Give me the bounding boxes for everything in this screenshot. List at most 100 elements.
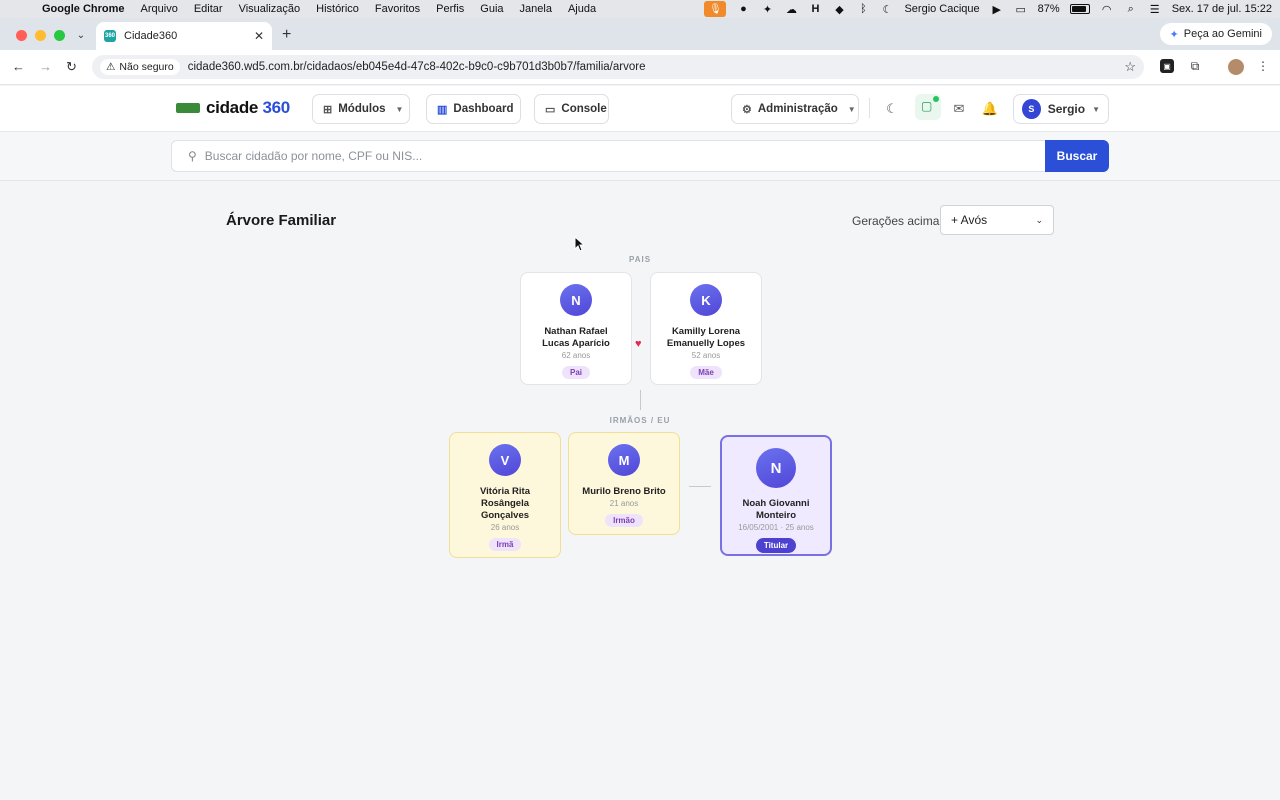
battery-percent: 87% [1037, 3, 1060, 15]
cloud-icon[interactable]: ☁ [784, 3, 798, 16]
bell-icon[interactable]: 🔔 [981, 100, 999, 118]
gear-icon: ⚙ [742, 103, 752, 116]
logo-emblem [176, 103, 200, 113]
citizen-search-input[interactable] [204, 149, 985, 163]
menu-perfis[interactable]: Perfis [436, 3, 464, 15]
display-icon[interactable]: ▭ [1014, 3, 1028, 16]
play-icon[interactable]: ▶ [990, 3, 1004, 16]
browser-profile-avatar[interactable] [1228, 59, 1244, 75]
menu-favoritos[interactable]: Favoritos [375, 3, 420, 15]
microphone-icon[interactable]: 🎙 [704, 1, 727, 17]
page-title: Árvore Familiar [226, 212, 337, 229]
new-tab-icon[interactable]: + [282, 26, 291, 44]
person-name: Noah Giovanni Monteiro [742, 498, 810, 521]
minimize-window-button[interactable] [35, 30, 46, 41]
parents-section-label: PAIS [628, 255, 652, 264]
cidade360-favicon-icon: 360 [104, 30, 116, 42]
chevron-down-icon: ⌄ [1035, 214, 1043, 225]
close-tab-icon[interactable]: ✕ [254, 29, 264, 43]
person-avatar: N [756, 448, 796, 488]
user-name: Sergio [1047, 102, 1086, 116]
maximize-window-button[interactable] [54, 30, 65, 41]
logo-text: cidade 360 [206, 98, 290, 117]
browser-tabstrip: ⌄ 360 Cidade360 ✕ + ✦ Peça ao Gemini [0, 18, 1280, 50]
browser-tab[interactable]: 360 Cidade360 ✕ [96, 22, 272, 50]
sibling-connector-line [689, 486, 711, 487]
person-name: Murilo Breno Brito [582, 486, 666, 497]
not-secure-label: Não seguro [119, 61, 174, 73]
menu-janela[interactable]: Janela [520, 3, 552, 15]
back-arrow-icon[interactable]: ← [12, 59, 25, 74]
menu-arquivo[interactable]: Arquivo [141, 3, 178, 15]
menu-guia[interactable]: Guia [480, 3, 503, 15]
chevron-down-icon: ▼ [395, 104, 404, 114]
admin-label: Administração [757, 103, 838, 115]
grid-icon: ⊞ [323, 103, 333, 116]
menu-ajuda[interactable]: Ajuda [568, 3, 596, 15]
holder-card[interactable]: N Noah Giovanni Monteiro 16/05/2001 · 25… [720, 435, 832, 556]
person-avatar: N [560, 284, 592, 316]
menubar-user[interactable]: Sergio Cacique [904, 3, 979, 15]
menu-historico[interactable]: Histórico [316, 3, 359, 15]
menu-visualizacao[interactable]: Visualização [239, 3, 301, 15]
admin-button[interactable]: ⚙ Administração ▼ [731, 94, 859, 124]
user-menu-button[interactable]: S Sergio ▼ [1013, 94, 1109, 124]
dark-mode-moon-icon[interactable]: ☾ [883, 100, 901, 118]
chat-icon[interactable]: ▢ [915, 94, 941, 120]
parent-card-father[interactable]: N Nathan Rafael Lucas Aparício 62 anos P… [520, 272, 632, 385]
extensions-puzzle-icon[interactable]: ⧉ [1188, 59, 1202, 73]
generations-value: + Avós [951, 213, 988, 227]
not-secure-badge[interactable]: ⚠ Não seguro [100, 59, 180, 75]
battery-icon[interactable] [1069, 4, 1090, 14]
spotlight-icon[interactable]: ⌕ [1124, 3, 1138, 15]
console-button[interactable]: ▭ Console [534, 94, 609, 124]
holder-badge: Titular [755, 538, 797, 553]
elephant-icon[interactable]: ◆ [832, 3, 846, 16]
parent-card-mother[interactable]: K Kamilly Lorena Emanuelly Lopes 52 anos… [650, 272, 762, 385]
user-avatar: S [1022, 99, 1041, 119]
siblings-section-label: IRMÃOS / EU [609, 416, 671, 425]
search-icon: ⚲ [188, 149, 197, 163]
cidade360-logo[interactable]: cidade 360 [176, 98, 290, 118]
url-text[interactable]: cidade360.wd5.com.br/cidadaos/eb045e4d-4… [188, 61, 646, 73]
generations-select[interactable]: + Avós ⌄ [940, 205, 1054, 235]
sibling-card[interactable]: V Vitória Rita Rosângela Gonçalves 26 an… [449, 432, 561, 558]
dashboard-button[interactable]: ▥ Dashboard [426, 94, 521, 124]
menu-app-name[interactable]: Google Chrome [42, 3, 125, 15]
online-dot [933, 96, 939, 102]
dashboard-label: Dashboard [453, 103, 514, 115]
bookmark-star-icon[interactable]: ☆ [1124, 59, 1136, 75]
address-bar[interactable]: ⚠ Não seguro cidade360.wd5.com.br/cidada… [92, 55, 1144, 79]
mail-icon[interactable]: ✉ [950, 100, 968, 118]
sibling-card[interactable]: M Murilo Breno Brito 21 anos Irmão [568, 432, 680, 535]
moon-icon[interactable]: ☾ [880, 3, 894, 16]
reload-icon[interactable]: ↻ [66, 59, 77, 75]
relationship-badge: Irmão [605, 514, 643, 527]
browser-menu-icon[interactable]: ⋮ [1256, 59, 1270, 73]
h-app-icon[interactable]: H [808, 3, 822, 15]
wifi-icon[interactable]: ◠ [1100, 3, 1114, 16]
generations-label: Gerações acima: [852, 214, 943, 228]
macos-menubar: Google Chrome Arquivo Editar Visualizaçã… [0, 0, 1280, 18]
gemini-button[interactable]: ✦ Peça ao Gemini [1159, 23, 1272, 45]
tab-search-chevron-icon[interactable]: ⌄ [72, 26, 90, 44]
control-center-icon[interactable]: ☰ [1148, 3, 1162, 16]
search-button[interactable]: Buscar [1045, 140, 1109, 172]
chevron-down-icon: ▼ [847, 104, 856, 114]
modules-button[interactable]: ⊞ Módulos ▼ [312, 94, 410, 124]
menubar-datetime[interactable]: Sex. 17 de jul. 15:22 [1172, 3, 1272, 15]
relationship-badge: Pai [561, 366, 590, 379]
person-name: Kamilly Lorena Emanuelly Lopes [666, 326, 746, 349]
person-age: 21 anos [609, 499, 639, 508]
record-icon[interactable]: ● [736, 3, 750, 15]
close-window-button[interactable] [16, 30, 27, 41]
window-controls [16, 30, 65, 41]
extension-dark-icon[interactable]: ▣ [1160, 59, 1174, 73]
gemini-label: Peça ao Gemini [1183, 28, 1262, 40]
parent-connector-line [640, 390, 641, 410]
dropbox-icon[interactable]: ✦ [760, 3, 774, 16]
forward-arrow-icon[interactable]: → [39, 59, 52, 74]
menu-editar[interactable]: Editar [194, 3, 223, 15]
bluetooth-icon[interactable]: ᛒ [856, 3, 870, 15]
citizen-search-field[interactable]: ⚲ [171, 140, 1046, 172]
